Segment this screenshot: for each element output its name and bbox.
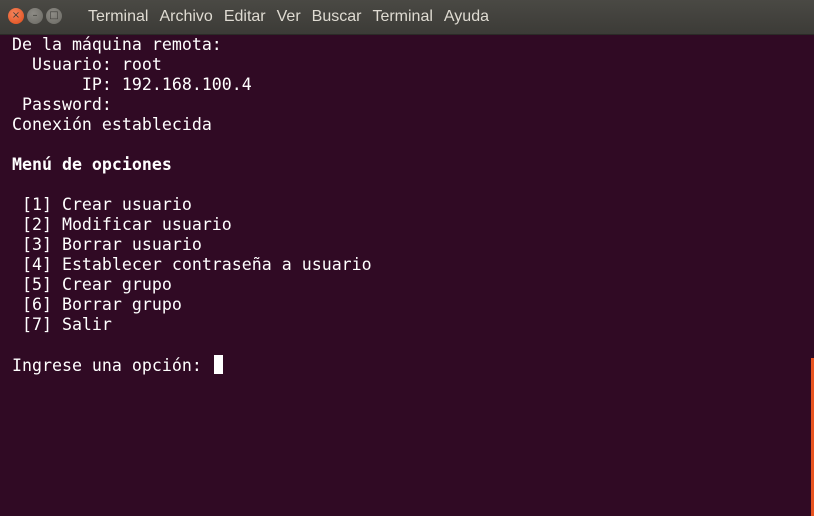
input-prompt-line[interactable]: Ingrese una opción:: [12, 355, 223, 376]
window-title: Terminal: [88, 8, 149, 25]
remote-heading: De la máquina remota:: [12, 35, 222, 54]
menu-bar: Terminal Archivo Editar Ver Buscar Termi…: [88, 8, 489, 26]
option-item: [4] Establecer contraseña a usuario: [12, 255, 372, 274]
text-cursor: [213, 355, 223, 374]
terminal-window: × – □ Terminal Archivo Editar Ver Buscar…: [0, 0, 814, 516]
option-item: [6] Borrar grupo: [12, 295, 182, 314]
option-item: [5] Crear grupo: [12, 275, 172, 294]
menu-terminal[interactable]: Terminal: [372, 8, 432, 26]
password-line: Password:: [12, 95, 112, 114]
menu-ver[interactable]: Ver: [277, 8, 301, 26]
window-controls: × – □: [8, 8, 62, 24]
input-prompt: Ingrese una opción:: [12, 356, 212, 375]
menu-archivo[interactable]: Archivo: [159, 8, 212, 26]
menu-ayuda[interactable]: Ayuda: [444, 8, 489, 26]
connection-status: Conexión establecida: [12, 115, 212, 134]
minimize-window-icon[interactable]: –: [27, 8, 43, 24]
user-line: Usuario: root: [12, 55, 162, 74]
option-item: [1] Crear usuario: [12, 195, 192, 214]
option-item: [3] Borrar usuario: [12, 235, 202, 254]
ip-line: IP: 192.168.100.4: [12, 75, 252, 94]
terminal-output[interactable]: De la máquina remota: Usuario: root IP: …: [0, 35, 810, 516]
option-item: [2] Modificar usuario: [12, 215, 232, 234]
title-bar[interactable]: × – □ Terminal Archivo Editar Ver Buscar…: [0, 0, 814, 35]
menu-editar[interactable]: Editar: [224, 8, 266, 26]
menu-buscar[interactable]: Buscar: [312, 8, 362, 26]
menu-title: Menú de opciones: [12, 155, 172, 174]
close-window-icon[interactable]: ×: [8, 8, 24, 24]
option-item: [7] Salir: [12, 315, 112, 334]
maximize-window-icon[interactable]: □: [46, 8, 62, 24]
